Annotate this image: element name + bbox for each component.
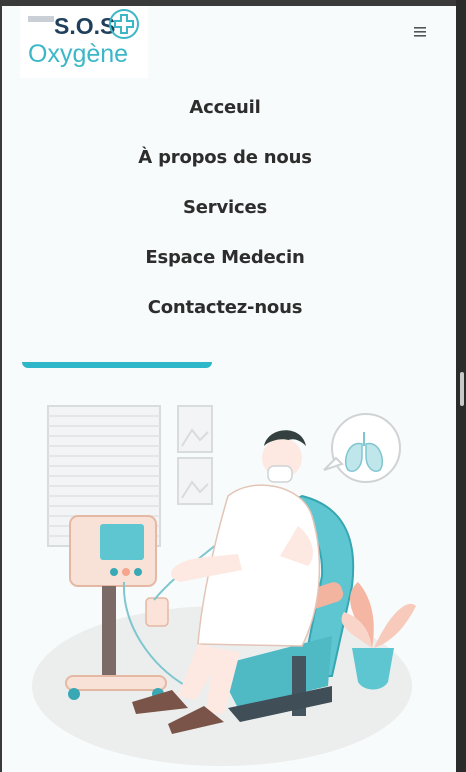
scrollbar-thumb[interactable] bbox=[460, 372, 464, 406]
accent-divider bbox=[22, 362, 212, 368]
window-scrollbar[interactable] bbox=[456, 0, 466, 772]
nav-item-a-propos[interactable]: À propos de nous bbox=[138, 138, 312, 188]
logo-text-sos: S.O.S bbox=[54, 13, 115, 39]
main-navigation: Acceuil À propos de nous Services Espace… bbox=[2, 88, 448, 338]
hero-illustration bbox=[2, 386, 456, 772]
nav-item-services[interactable]: Services bbox=[183, 188, 267, 238]
nav-item-accueil[interactable]: Acceuil bbox=[189, 88, 260, 138]
nav-item-contactez-nous[interactable]: Contactez-nous bbox=[148, 288, 303, 338]
logo-text-oxygene: Oxygène bbox=[28, 40, 128, 68]
nav-item-espace-medecin[interactable]: Espace Medecin bbox=[145, 238, 304, 288]
sos-oxygene-logo: S.O.S Oxygène bbox=[28, 9, 139, 68]
hamburger-icon bbox=[414, 27, 426, 37]
site-logo[interactable]: S.O.S Oxygène bbox=[20, 6, 148, 78]
hamburger-menu-button[interactable] bbox=[412, 24, 430, 40]
page: S.O.S Oxygène Acceuil À propos de nous S… bbox=[2, 6, 456, 772]
patient-oxygen-illustration bbox=[32, 405, 416, 766]
